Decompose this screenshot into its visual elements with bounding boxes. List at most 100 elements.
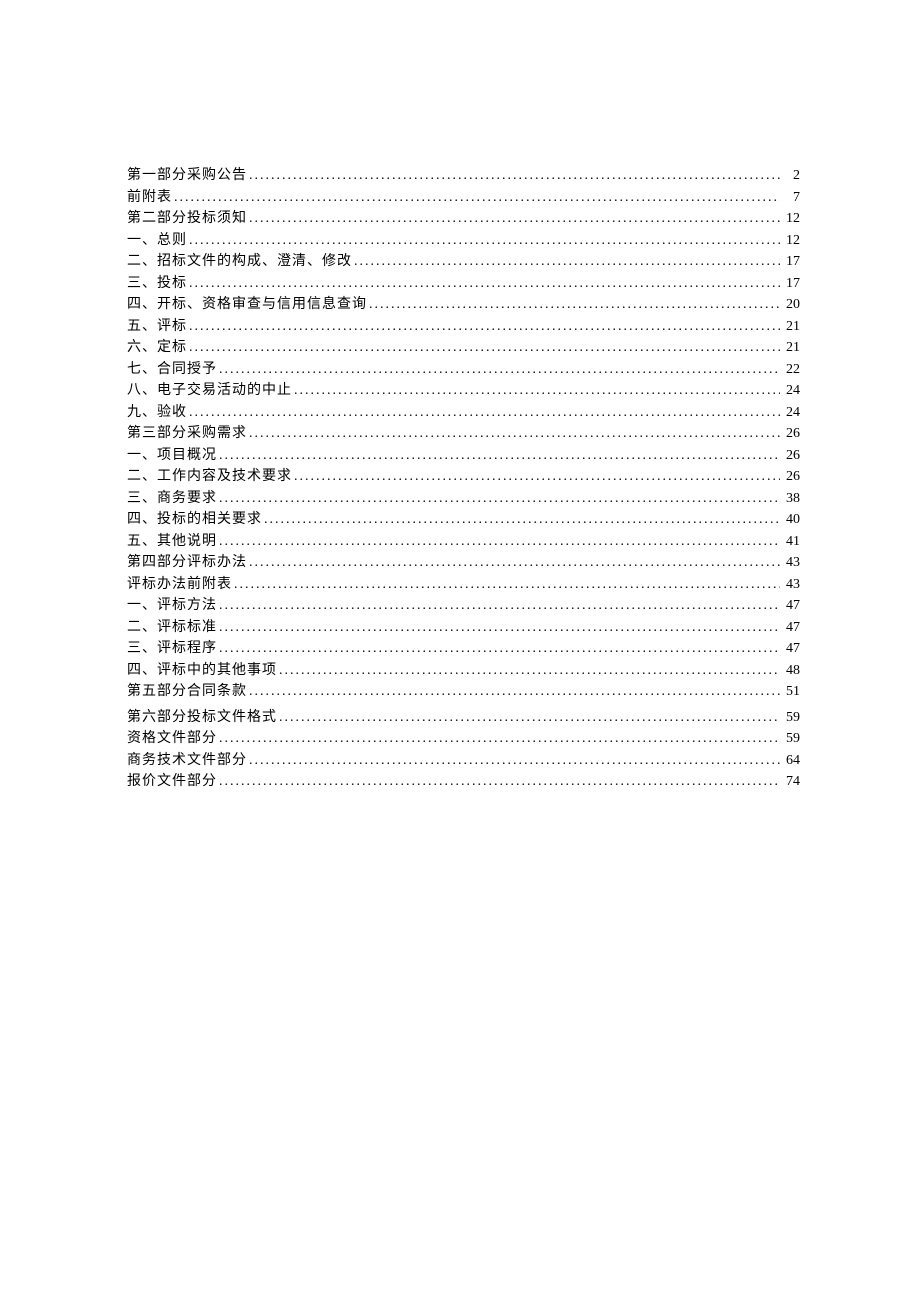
toc-entry: 五、其他说明 41 — [127, 531, 800, 553]
toc-leader-dots — [264, 509, 780, 531]
toc-leader-dots — [219, 445, 780, 467]
toc-leader-dots — [249, 552, 780, 574]
toc-entry-page: 47 — [782, 595, 800, 617]
toc-entry-title: 一、总则 — [127, 230, 187, 252]
toc-entry-page: 17 — [782, 251, 800, 273]
toc-leader-dots — [219, 531, 780, 553]
toc-entry-title: 七、合同授予 — [127, 359, 217, 381]
toc-entry-page: 26 — [782, 466, 800, 488]
toc-entry-title: 三、投标 — [127, 273, 187, 295]
toc-leader-dots — [249, 750, 780, 772]
table-of-contents: 第一部分采购公告2前附表7第二部分投标须知12一、总则12二、招标文件的构成、澄… — [127, 165, 800, 793]
toc-leader-dots — [354, 251, 780, 273]
toc-leader-dots — [189, 316, 780, 338]
toc-section-1: 第一部分采购公告2前附表7第二部分投标须知12一、总则12二、招标文件的构成、澄… — [127, 165, 800, 703]
toc-entry-title: 二、工作内容及技术要求 — [127, 466, 292, 488]
toc-entry-title: 第五部分合同条款 — [127, 681, 247, 703]
toc-entry-title: 商务技术文件部分 — [127, 750, 247, 772]
toc-entry-title: 八、电子交易活动的中止 — [127, 380, 292, 402]
toc-entry-title: 第一部分采购公告 — [127, 165, 247, 187]
toc-entry-title: 第二部分投标须知 — [127, 208, 247, 230]
toc-entry-title: 六、定标 — [127, 337, 187, 359]
toc-entry-page: 41 — [782, 531, 800, 553]
toc-entry-page: 59 — [782, 707, 800, 729]
toc-entry-page: 74 — [782, 771, 800, 793]
toc-leader-dots — [219, 638, 780, 660]
toc-entry-page: 24 — [782, 402, 800, 424]
toc-entry-title: 一、项目概况 — [127, 445, 217, 467]
toc-entry: 第五部分合同条款 51 — [127, 681, 800, 703]
toc-entry-title: 四、评标中的其他事项 — [127, 660, 277, 682]
toc-entry: 二、评标标准47 — [127, 617, 800, 639]
toc-entry-title: 前附表 — [127, 187, 172, 209]
toc-entry: 资格文件部分 59 — [127, 728, 800, 750]
toc-entry-page: 21 — [782, 316, 800, 338]
toc-entry-page: 51 — [782, 681, 800, 703]
toc-section-2: 第六部分投标文件格式59资格文件部分59商务技术文件部分64报价文件部分74 — [127, 707, 800, 793]
toc-entry: 一、评标方法47 — [127, 595, 800, 617]
toc-leader-dots — [219, 488, 780, 510]
toc-leader-dots — [219, 595, 780, 617]
toc-entry-title: 第六部分投标文件格式 — [127, 707, 277, 729]
toc-leader-dots — [189, 230, 780, 252]
toc-entry-page: 43 — [782, 552, 800, 574]
toc-entry: 报价文件部分74 — [127, 771, 800, 793]
toc-entry: 第六部分投标文件格式 59 — [127, 707, 800, 729]
toc-entry-title: 四、开标、资格审查与信用信息查询 — [127, 294, 367, 316]
toc-entry: 八、电子交易活动的中止 24 — [127, 380, 800, 402]
toc-entry: 商务技术文件部分64 — [127, 750, 800, 772]
toc-entry-title: 评标办法前附表 — [127, 574, 232, 596]
toc-leader-dots — [219, 771, 780, 793]
toc-entry: 七、合同授予22 — [127, 359, 800, 381]
toc-leader-dots — [369, 294, 780, 316]
toc-entry: 第二部分投标须知12 — [127, 208, 800, 230]
toc-entry-page: 26 — [782, 445, 800, 467]
toc-entry-page: 40 — [782, 509, 800, 531]
toc-leader-dots — [219, 359, 780, 381]
toc-entry-page: 59 — [782, 728, 800, 750]
toc-entry-page: 43 — [782, 574, 800, 596]
toc-entry-page: 12 — [782, 230, 800, 252]
toc-entry-title: 第三部分采购需求 — [127, 423, 247, 445]
toc-entry-title: 资格文件部分 — [127, 728, 217, 750]
toc-entry-title: 五、评标 — [127, 316, 187, 338]
toc-entry-title: 四、投标的相关要求 — [127, 509, 262, 531]
toc-leader-dots — [189, 273, 780, 295]
toc-leader-dots — [249, 165, 780, 187]
toc-leader-dots — [189, 402, 780, 424]
toc-entry-title: 三、商务要求 — [127, 488, 217, 510]
toc-entry: 二、招标文件的构成、澄清、修改 17 — [127, 251, 800, 273]
toc-leader-dots — [279, 707, 780, 729]
toc-entry-title: 九、验收 — [127, 402, 187, 424]
toc-entry: 二、工作内容及技术要求 26 — [127, 466, 800, 488]
toc-entry: 九、验收 24 — [127, 402, 800, 424]
toc-entry: 评标办法前附表 43 — [127, 574, 800, 596]
toc-entry: 第四部分评标办法 43 — [127, 552, 800, 574]
toc-entry-page: 21 — [782, 337, 800, 359]
toc-entry-page: 7 — [782, 187, 800, 209]
toc-entry: 前附表 7 — [127, 187, 800, 209]
toc-leader-dots — [234, 574, 780, 596]
toc-entry: 三、投标17 — [127, 273, 800, 295]
toc-leader-dots — [294, 466, 780, 488]
toc-entry: 三、评标程序 47 — [127, 638, 800, 660]
toc-entry-title: 第四部分评标办法 — [127, 552, 247, 574]
toc-entry: 三、商务要求38 — [127, 488, 800, 510]
toc-leader-dots — [219, 728, 780, 750]
toc-leader-dots — [249, 208, 780, 230]
toc-entry-page: 24 — [782, 380, 800, 402]
toc-entry: 第一部分采购公告2 — [127, 165, 800, 187]
toc-leader-dots — [249, 423, 780, 445]
toc-entry-title: 二、评标标准 — [127, 617, 217, 639]
toc-entry: 第三部分采购需求26 — [127, 423, 800, 445]
toc-leader-dots — [294, 380, 780, 402]
toc-entry-page: 47 — [782, 638, 800, 660]
toc-entry: 五、评标 21 — [127, 316, 800, 338]
toc-leader-dots — [189, 337, 780, 359]
toc-entry: 一、总则 12 — [127, 230, 800, 252]
toc-entry-title: 三、评标程序 — [127, 638, 217, 660]
toc-entry-title: 二、招标文件的构成、澄清、修改 — [127, 251, 352, 273]
toc-entry-title: 五、其他说明 — [127, 531, 217, 553]
toc-entry-page: 20 — [782, 294, 800, 316]
toc-entry-page: 48 — [782, 660, 800, 682]
